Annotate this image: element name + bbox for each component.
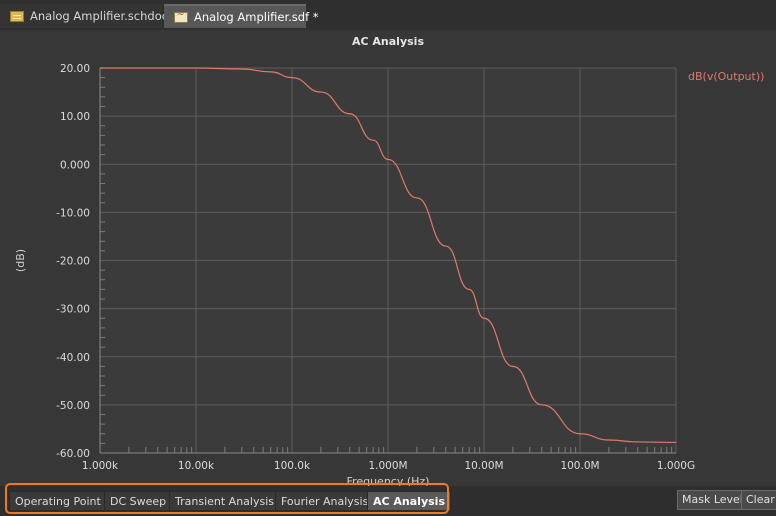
document-tab-bar: Analog Amplifier.schdoc Analog Amplifier…	[0, 0, 776, 30]
data-point	[541, 404, 543, 406]
data-point	[349, 113, 351, 115]
x-tick-label: 100.0k	[274, 460, 311, 472]
data-point	[608, 439, 610, 441]
data-point	[637, 441, 639, 443]
tab-schdoc-label: Analog Amplifier.schdoc	[30, 9, 169, 23]
data-point	[99, 67, 101, 69]
legend-series-label[interactable]: dB(v(Output))	[688, 70, 764, 83]
tab-sdf[interactable]: Analog Amplifier.sdf *	[164, 4, 319, 28]
data-point	[320, 91, 322, 93]
y-tick-label: 10.00	[60, 111, 90, 123]
data-point	[579, 433, 581, 435]
data-point	[483, 317, 485, 319]
x-tick-label: 1.000G	[657, 460, 695, 472]
y-tick-label: -60.00	[56, 448, 90, 460]
y-tick-label: -30.00	[56, 304, 90, 316]
data-point	[291, 77, 293, 79]
y-tick-label: -50.00	[56, 400, 90, 412]
y-tick-label: 0.000	[60, 159, 90, 171]
x-tick-label: 10.00M	[464, 460, 503, 472]
data-point	[512, 365, 514, 367]
data-point	[416, 197, 418, 199]
clear-button[interactable]: Clear	[741, 490, 776, 510]
data-point	[675, 441, 677, 443]
tab-sdf-label: Analog Amplifier.sdf *	[194, 10, 319, 24]
data-point	[195, 67, 197, 69]
x-tick-label: 10.00k	[178, 460, 215, 472]
y-tick-label: 20.00	[60, 63, 90, 75]
x-tick-label: 1.000M	[368, 460, 407, 472]
y-tick-label: -40.00	[56, 352, 90, 364]
data-point	[372, 139, 374, 141]
y-axis-label: (dB)	[14, 249, 27, 272]
data-point	[387, 158, 389, 160]
waveform-plot-area[interactable]: AC Analysis 1.000k 10.00k 100.0k 1.000M 10.0…	[0, 30, 776, 486]
data-point	[270, 71, 272, 73]
tab-schdoc[interactable]: Analog Amplifier.schdoc	[0, 4, 168, 28]
data-point	[468, 288, 470, 290]
simulation-data-icon	[174, 10, 188, 23]
mask-level-button[interactable]: Mask Level	[677, 490, 748, 510]
ac-analysis-chart[interactable]: 1.000k 10.00k 100.0k 1.000M 10.00M 100.0M 1.00…	[0, 30, 776, 486]
data-point	[241, 68, 243, 70]
y-tick-label: -10.00	[56, 207, 90, 219]
tab-group-highlight	[5, 483, 449, 514]
y-tick-label: -20.00	[56, 256, 90, 268]
schematic-document-icon	[10, 10, 24, 22]
x-tick-label: 100.0M	[560, 460, 599, 472]
x-tick-label: 1.000k	[82, 460, 119, 472]
data-point	[445, 245, 447, 247]
